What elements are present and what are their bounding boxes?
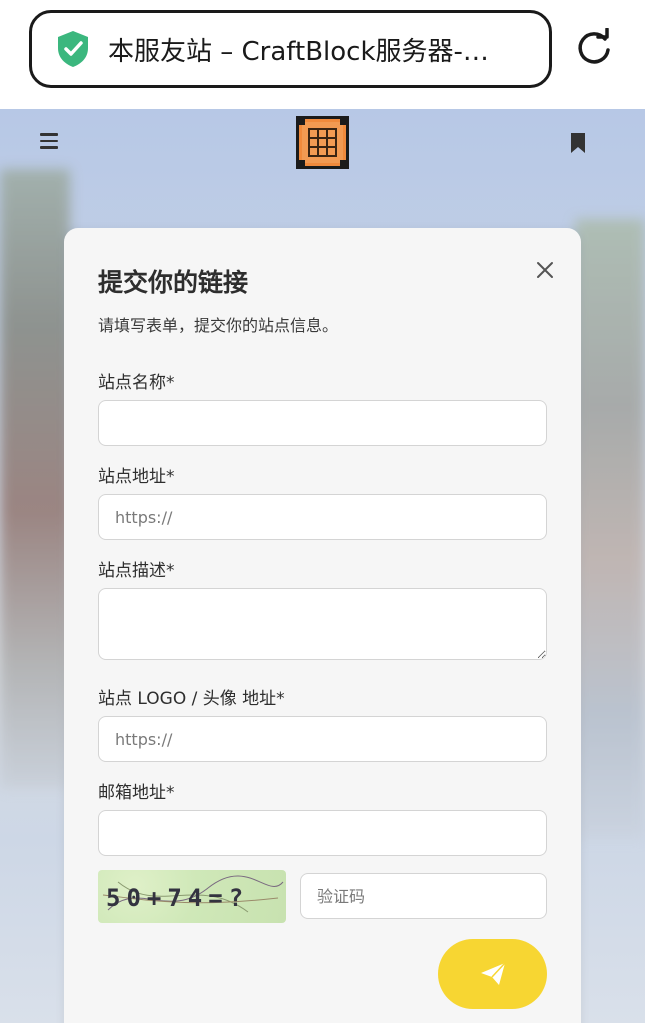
site-desc-textarea[interactable]	[98, 588, 547, 660]
site-name-input[interactable]	[98, 400, 547, 446]
site-url-label: 站点地址*	[98, 467, 175, 487]
reload-icon[interactable]	[574, 28, 614, 68]
background-scene-right	[575, 219, 645, 839]
modal-title: 提交你的链接	[98, 268, 249, 297]
modal-subtitle: 请填写表单，提交你的站点信息。	[98, 316, 339, 335]
captcha-image[interactable]: 50+74=?	[98, 870, 286, 923]
menu-icon[interactable]	[40, 133, 62, 153]
captcha-text: 50+74=?	[106, 884, 249, 912]
url-text: 本服友站 – CraftBlock服务器-…	[108, 36, 489, 67]
site-logo-label: 站点 LOGO / 头像 地址*	[98, 689, 285, 709]
paper-plane-icon	[480, 962, 506, 985]
email-input[interactable]	[98, 810, 547, 856]
submit-link-modal: 提交你的链接 请填写表单，提交你的站点信息。 站点名称* 站点地址* 站点描述*…	[64, 228, 581, 1023]
close-icon[interactable]	[536, 261, 554, 279]
site-logo-input[interactable]	[98, 716, 547, 762]
page-background: 提交你的链接 请填写表单，提交你的站点信息。 站点名称* 站点地址* 站点描述*…	[0, 109, 645, 1023]
crafting-table-logo[interactable]	[296, 116, 349, 169]
captcha-input[interactable]	[300, 873, 547, 919]
site-url-input[interactable]	[98, 494, 547, 540]
browser-toolbar: 本服友站 – CraftBlock服务器-…	[0, 0, 645, 109]
site-name-label: 站点名称*	[98, 373, 175, 393]
email-label: 邮箱地址*	[98, 783, 175, 803]
address-bar[interactable]: 本服友站 – CraftBlock服务器-…	[29, 10, 552, 88]
site-desc-label: 站点描述*	[98, 561, 175, 581]
background-scene-left	[0, 169, 70, 789]
submit-button[interactable]	[438, 939, 547, 1009]
bookmark-icon[interactable]	[570, 132, 586, 154]
shield-check-icon	[58, 31, 88, 67]
